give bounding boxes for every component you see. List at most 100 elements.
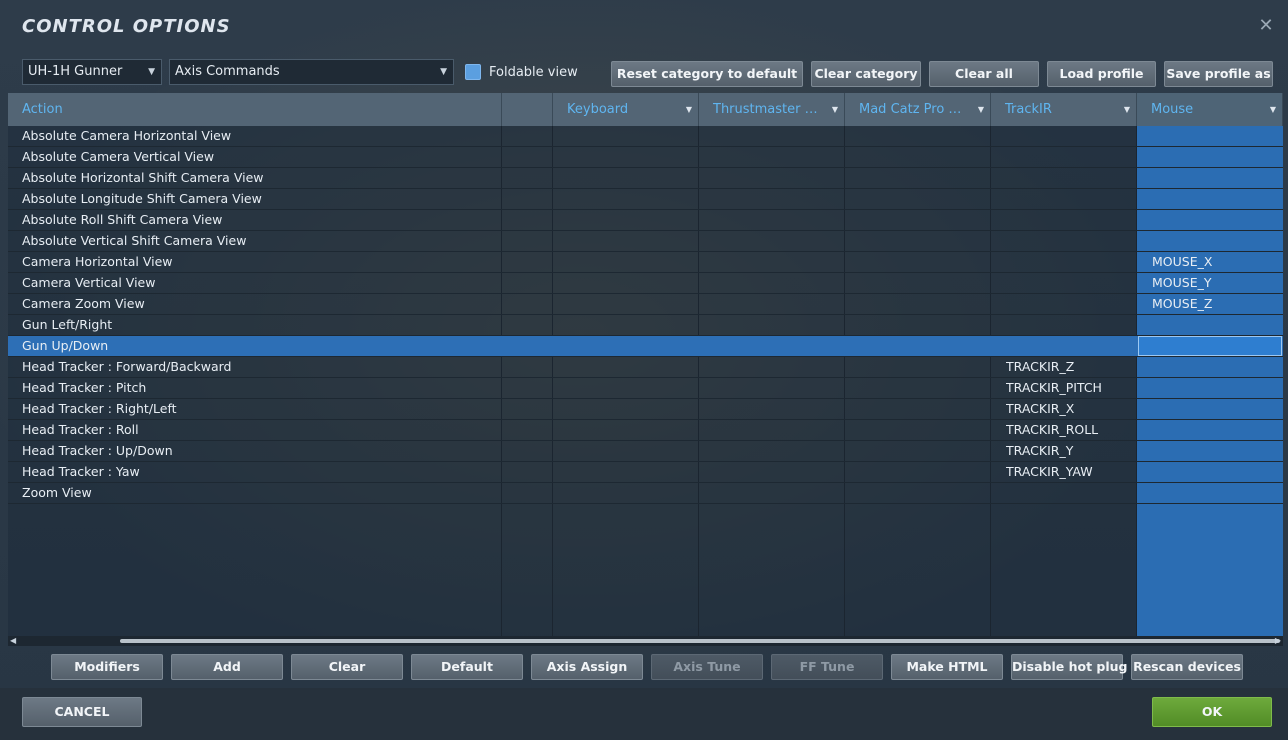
column-header-action[interactable]: Action bbox=[8, 93, 502, 126]
action-cell[interactable]: Absolute Longitude Shift Camera View bbox=[22, 189, 492, 209]
action-cell[interactable]: Absolute Camera Vertical View bbox=[22, 147, 492, 167]
column-header-mouse[interactable]: Mouse ▼ bbox=[1137, 93, 1283, 126]
category-select[interactable]: Axis Commands ▼ bbox=[169, 59, 454, 85]
trackir-binding-cell[interactable]: TRACKIR_YAW bbox=[1006, 462, 1131, 482]
trackir-binding-cell[interactable]: TRACKIR_ROLL bbox=[1006, 420, 1131, 440]
horizontal-scrollbar[interactable]: ◀ ▶ bbox=[8, 636, 1283, 646]
scrollbar-thumb[interactable] bbox=[120, 639, 1280, 643]
action-cell[interactable]: Head Tracker : Roll bbox=[22, 420, 492, 440]
table-row[interactable]: Absolute Horizontal Shift Camera View bbox=[8, 168, 1283, 189]
trackir-binding-cell[interactable] bbox=[1006, 168, 1131, 188]
aircraft-select[interactable]: UH-1H Gunner ▼ bbox=[22, 59, 162, 85]
mouse-binding-cell[interactable] bbox=[1152, 441, 1277, 461]
cancel-button[interactable]: CANCEL bbox=[22, 697, 142, 727]
add-button[interactable]: Add bbox=[171, 654, 283, 680]
chevron-down-icon[interactable]: ▼ bbox=[686, 93, 692, 126]
scroll-right-icon[interactable]: ▶ bbox=[1275, 636, 1281, 646]
scroll-left-icon[interactable]: ◀ bbox=[10, 636, 16, 646]
mouse-binding-cell[interactable]: MOUSE_Y bbox=[1152, 273, 1277, 293]
table-row[interactable]: Head Tracker : Yaw TRACKIR_YAW bbox=[8, 462, 1283, 483]
action-cell[interactable]: Head Tracker : Forward/Backward bbox=[22, 357, 492, 377]
foldable-view-checkbox[interactable] bbox=[465, 64, 481, 80]
action-cell[interactable]: Head Tracker : Right/Left bbox=[22, 399, 492, 419]
mouse-binding-cell[interactable] bbox=[1152, 336, 1277, 356]
trackir-binding-cell[interactable] bbox=[1006, 210, 1131, 230]
table-row[interactable]: Head Tracker : Up/Down TRACKIR_Y bbox=[8, 441, 1283, 462]
table-row[interactable]: Head Tracker : Forward/Backward TRACKIR_Z bbox=[8, 357, 1283, 378]
table-row[interactable]: Head Tracker : Pitch TRACKIR_PITCH bbox=[8, 378, 1283, 399]
table-row[interactable]: Head Tracker : Right/Left TRACKIR_X bbox=[8, 399, 1283, 420]
table-row[interactable]: Camera Zoom View MOUSE_Z bbox=[8, 294, 1283, 315]
chevron-down-icon[interactable]: ▼ bbox=[978, 93, 984, 126]
save-profile-button[interactable]: Save profile as bbox=[1164, 61, 1273, 87]
chevron-down-icon[interactable]: ▼ bbox=[1270, 93, 1276, 126]
table-row[interactable]: Camera Horizontal View MOUSE_X bbox=[8, 252, 1283, 273]
ff-tune-button[interactable]: FF Tune bbox=[771, 654, 883, 680]
mouse-binding-cell[interactable] bbox=[1152, 315, 1277, 335]
table-row[interactable]: Gun Left/Right bbox=[8, 315, 1283, 336]
trackir-binding-cell[interactable] bbox=[1006, 336, 1131, 356]
table-row[interactable]: Absolute Vertical Shift Camera View bbox=[8, 231, 1283, 252]
modifiers-button[interactable]: Modifiers bbox=[51, 654, 163, 680]
action-cell[interactable]: Head Tracker : Pitch bbox=[22, 378, 492, 398]
table-row[interactable]: Gun Up/Down bbox=[8, 336, 1283, 357]
column-header-thrustmaster[interactable]: Thrustmaster H... ▼ bbox=[699, 93, 845, 126]
action-cell[interactable]: Absolute Roll Shift Camera View bbox=[22, 210, 492, 230]
action-cell[interactable]: Absolute Vertical Shift Camera View bbox=[22, 231, 492, 251]
action-cell[interactable]: Absolute Camera Horizontal View bbox=[22, 126, 492, 146]
mouse-binding-cell[interactable] bbox=[1152, 126, 1277, 146]
mouse-binding-cell[interactable] bbox=[1152, 210, 1277, 230]
column-header-trackir[interactable]: TrackIR ▼ bbox=[991, 93, 1137, 126]
make-html-button[interactable]: Make HTML bbox=[891, 654, 1003, 680]
action-cell[interactable]: Absolute Horizontal Shift Camera View bbox=[22, 168, 492, 188]
mouse-binding-cell[interactable] bbox=[1152, 462, 1277, 482]
mouse-binding-cell[interactable] bbox=[1152, 420, 1277, 440]
action-cell[interactable]: Camera Zoom View bbox=[22, 294, 492, 314]
trackir-binding-cell[interactable] bbox=[1006, 189, 1131, 209]
trackir-binding-cell[interactable] bbox=[1006, 483, 1131, 503]
mouse-binding-cell[interactable] bbox=[1152, 147, 1277, 167]
table-row[interactable]: Absolute Roll Shift Camera View bbox=[8, 210, 1283, 231]
action-cell[interactable]: Head Tracker : Up/Down bbox=[22, 441, 492, 461]
mouse-binding-cell[interactable] bbox=[1152, 378, 1277, 398]
trackir-binding-cell[interactable]: TRACKIR_Z bbox=[1006, 357, 1131, 377]
mouse-binding-cell[interactable]: MOUSE_X bbox=[1152, 252, 1277, 272]
mouse-binding-cell[interactable] bbox=[1152, 231, 1277, 251]
trackir-binding-cell[interactable] bbox=[1006, 252, 1131, 272]
table-row[interactable]: Zoom View bbox=[8, 483, 1283, 504]
rescan-devices-button[interactable]: Rescan devices bbox=[1131, 654, 1243, 680]
chevron-down-icon[interactable]: ▼ bbox=[832, 93, 838, 126]
clear-category-button[interactable]: Clear category bbox=[811, 61, 921, 87]
trackir-binding-cell[interactable]: TRACKIR_X bbox=[1006, 399, 1131, 419]
column-header-keyboard[interactable]: Keyboard ▼ bbox=[553, 93, 699, 126]
action-cell[interactable]: Gun Up/Down bbox=[22, 336, 492, 356]
action-cell[interactable]: Gun Left/Right bbox=[22, 315, 492, 335]
chevron-down-icon[interactable]: ▼ bbox=[1124, 93, 1130, 126]
action-cell[interactable]: Zoom View bbox=[22, 483, 492, 503]
disable-hot-plug-button[interactable]: Disable hot plug bbox=[1011, 654, 1128, 680]
close-icon[interactable]: ✕ bbox=[1256, 16, 1276, 36]
table-row[interactable]: Absolute Camera Vertical View bbox=[8, 147, 1283, 168]
table-row[interactable]: Absolute Longitude Shift Camera View bbox=[8, 189, 1283, 210]
mouse-binding-cell[interactable]: MOUSE_Z bbox=[1152, 294, 1277, 314]
trackir-binding-cell[interactable] bbox=[1006, 315, 1131, 335]
clear-button[interactable]: Clear bbox=[291, 654, 403, 680]
reset-category-button[interactable]: Reset category to default bbox=[611, 61, 803, 87]
ok-button[interactable]: OK bbox=[1152, 697, 1272, 727]
trackir-binding-cell[interactable] bbox=[1006, 147, 1131, 167]
default-button[interactable]: Default bbox=[411, 654, 523, 680]
load-profile-button[interactable]: Load profile bbox=[1047, 61, 1156, 87]
mouse-binding-cell[interactable] bbox=[1152, 399, 1277, 419]
trackir-binding-cell[interactable] bbox=[1006, 273, 1131, 293]
table-row[interactable]: Absolute Camera Horizontal View bbox=[8, 126, 1283, 147]
table-row[interactable]: Head Tracker : Roll TRACKIR_ROLL bbox=[8, 420, 1283, 441]
trackir-binding-cell[interactable] bbox=[1006, 231, 1131, 251]
axis-assign-button[interactable]: Axis Assign bbox=[531, 654, 643, 680]
mouse-binding-cell[interactable] bbox=[1152, 483, 1277, 503]
trackir-binding-cell[interactable]: TRACKIR_PITCH bbox=[1006, 378, 1131, 398]
action-cell[interactable]: Camera Vertical View bbox=[22, 273, 492, 293]
trackir-binding-cell[interactable]: TRACKIR_Y bbox=[1006, 441, 1131, 461]
axis-tune-button[interactable]: Axis Tune bbox=[651, 654, 763, 680]
clear-all-button[interactable]: Clear all bbox=[929, 61, 1039, 87]
mouse-binding-cell[interactable] bbox=[1152, 357, 1277, 377]
